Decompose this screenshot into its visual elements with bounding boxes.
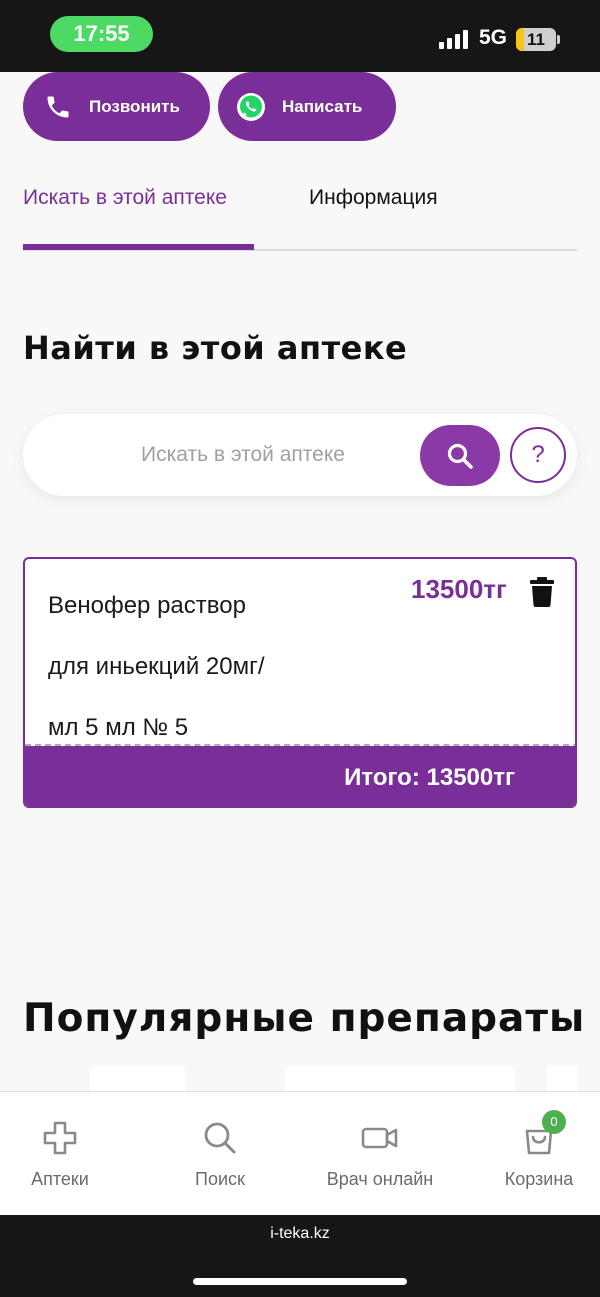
call-button-label: Позвонить — [89, 96, 180, 116]
nav-label: Врач онлайн — [326, 1169, 434, 1189]
write-button-label: Написать — [282, 96, 363, 116]
cart-summary-card: Венофер раствор для иньекций 20мг/ мл 5 … — [23, 557, 577, 808]
cart-item-name-line: Венофер раствор — [48, 592, 246, 619]
nav-label: Аптеки — [31, 1169, 89, 1189]
nav-doctor-online[interactable]: Врач онлайн — [305, 1092, 455, 1216]
tab-information[interactable]: Информация — [309, 186, 438, 210]
whatsapp-icon — [236, 92, 266, 122]
network-type: 5G — [479, 26, 508, 49]
search-button[interactable] — [420, 425, 500, 486]
search-bar: ? — [23, 414, 577, 496]
battery-level: 11 — [527, 30, 545, 49]
battery-icon: 11 — [516, 28, 556, 51]
call-button[interactable]: Позвонить — [23, 72, 210, 141]
search-icon — [204, 1122, 236, 1154]
cart-item-name: Венофер раствор для иньекций 20мг/ мл 5 … — [48, 575, 348, 758]
nav-label: Корзина — [504, 1169, 574, 1189]
home-indicator — [193, 1278, 407, 1285]
browser-url[interactable]: i-teka.kz — [0, 1225, 600, 1243]
write-whatsapp-button[interactable]: Написать — [218, 72, 396, 141]
search-icon — [447, 443, 473, 469]
bottom-navigation: Аптеки Поиск Врач онлайн 0 Корзина — [0, 1091, 600, 1215]
help-button[interactable]: ? — [510, 427, 566, 483]
phone-icon — [43, 92, 73, 122]
nav-pharmacies[interactable]: Аптеки — [0, 1092, 135, 1216]
cart-item-price: 13500тг — [411, 574, 507, 604]
browser-bar: i-teka.kz — [0, 1215, 600, 1297]
tab-search-in-pharmacy[interactable]: Искать в этой аптеке — [23, 186, 227, 210]
status-time: 17:55 — [50, 16, 153, 52]
plus-icon — [43, 1121, 77, 1155]
cart-item-name-line: для иньекций 20мг/ — [48, 653, 265, 680]
video-camera-icon — [361, 1127, 398, 1149]
nav-cart[interactable]: 0 Корзина — [464, 1092, 600, 1216]
cart-count-badge: 0 — [542, 1110, 566, 1134]
popular-products-title: Популярные препараты — [23, 996, 586, 1041]
cellular-signal-icon — [439, 29, 469, 49]
search-input[interactable] — [83, 434, 403, 476]
trash-icon[interactable] — [530, 577, 554, 607]
status-bar: 17:55 5G 11 — [0, 0, 600, 72]
nav-search[interactable]: Поиск — [145, 1092, 295, 1216]
cart-total: Итого: 13500тг — [25, 746, 575, 806]
nav-label: Поиск — [195, 1169, 245, 1189]
battery-cap — [557, 35, 560, 44]
active-tab-indicator — [23, 244, 254, 250]
section-title: Найти в этой аптеке — [23, 329, 408, 367]
